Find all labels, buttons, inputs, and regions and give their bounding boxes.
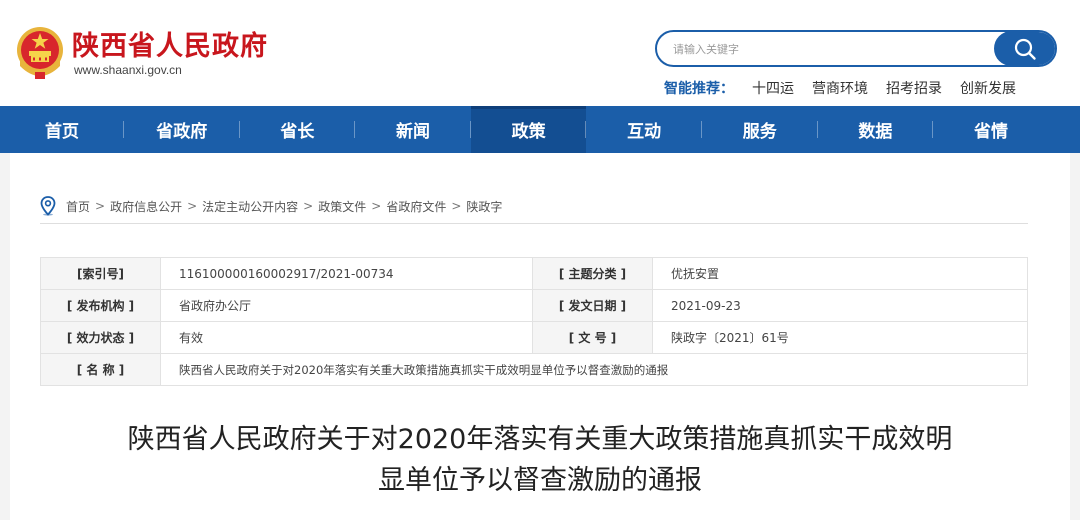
- nav-item-services[interactable]: 服务: [702, 106, 818, 153]
- recommended-link[interactable]: 招考招录: [886, 78, 942, 98]
- breadcrumb-link[interactable]: 法定主动公开内容: [202, 198, 298, 215]
- document-number-label: [ 文 号 ]: [532, 321, 653, 354]
- nav-item-home[interactable]: 首页: [0, 106, 124, 153]
- table-row: [ 发布机构 ] 省政府办公厅 [ 发文日期 ] 2021-09-23: [40, 289, 1028, 322]
- document-name-value: 陕西省人民政府关于对2020年落实有关重大政策措施真抓实干成效明显单位予以督查激…: [160, 353, 1028, 386]
- recommended-link[interactable]: 创新发展: [960, 78, 1016, 98]
- breadcrumb-link[interactable]: 省政府文件: [386, 198, 446, 215]
- status-label: [ 效力状态 ]: [40, 321, 161, 354]
- nav-item-data[interactable]: 数据: [818, 106, 934, 153]
- document-number-value: 陕政字〔2021〕61号: [652, 321, 1028, 354]
- table-row: [ 名 称 ] 陕西省人民政府关于对2020年落实有关重大政策措施真抓实干成效明…: [40, 353, 1028, 386]
- content-card: 首页 > 政府信息公开 > 法定主动公开内容 > 政策文件 > 省政府文件 > …: [10, 153, 1070, 520]
- table-row: [ 效力状态 ] 有效 [ 文 号 ] 陕政字〔2021〕61号: [40, 321, 1028, 354]
- site-title[interactable]: 陕西省人民政府: [72, 24, 268, 63]
- nav-item-policy[interactable]: 政策: [470, 106, 587, 153]
- document-info-table: [索引号] 116100000160002917/2021-00734 [ 主题…: [40, 257, 1028, 386]
- recommended-link[interactable]: 十四运: [752, 78, 794, 98]
- status-value: 有效: [160, 321, 533, 354]
- issue-date-label: [ 发文日期 ]: [532, 289, 653, 322]
- breadcrumb-separator: >: [95, 199, 106, 213]
- document-title-line: 显单位予以督查激励的通报: [378, 465, 702, 496]
- search-box: [655, 30, 1057, 67]
- location-pin-icon: [40, 196, 56, 216]
- breadcrumb-current[interactable]: 陕政字: [466, 198, 502, 215]
- breadcrumb: 首页 > 政府信息公开 > 法定主动公开内容 > 政策文件 > 省政府文件 > …: [40, 196, 502, 216]
- table-row: [索引号] 116100000160002917/2021-00734 [ 主题…: [40, 257, 1028, 290]
- topic-value: 优抚安置: [652, 257, 1028, 290]
- document-title: 陕西省人民政府关于对2020年落实有关重大政策措施真抓实干成效明 显单位予以督查…: [70, 419, 1010, 501]
- search-input[interactable]: [671, 32, 995, 65]
- index-number-label: [索引号]: [40, 257, 161, 290]
- topic-label: [ 主题分类 ]: [532, 257, 653, 290]
- issue-date-value: 2021-09-23: [652, 289, 1028, 322]
- breadcrumb-separator: >: [371, 199, 382, 213]
- issuer-label: [ 发布机构 ]: [40, 289, 161, 322]
- breadcrumb-separator: >: [187, 199, 198, 213]
- breadcrumb-link[interactable]: 政策文件: [318, 198, 366, 215]
- search-icon: [1014, 38, 1036, 60]
- site-header: 陕西省人民政府 www.shaanxi.gov.cn 智能推荐： 十四运 营商环…: [0, 0, 1080, 106]
- breadcrumb-link[interactable]: 政府信息公开: [110, 198, 182, 215]
- site-domain: www.shaanxi.gov.cn: [74, 63, 182, 77]
- recommended-links: 智能推荐： 十四运 营商环境 招考招录 创新发展: [664, 78, 1034, 98]
- nav-item-government[interactable]: 省政府: [124, 106, 240, 153]
- recommended-link[interactable]: 营商环境: [812, 78, 868, 98]
- nav-item-news[interactable]: 新闻: [355, 106, 471, 153]
- main-nav: 首页 省政府 省长 新闻 政策 互动 服务 数据 省情: [0, 106, 1080, 153]
- breadcrumb-separator: >: [303, 199, 314, 213]
- document-title-line: 陕西省人民政府关于对2020年落实有关重大政策措施真抓实干成效明: [127, 424, 953, 455]
- national-emblem-icon[interactable]: [14, 26, 66, 80]
- document-name-label: [ 名 称 ]: [40, 353, 161, 386]
- issuer-value: 省政府办公厅: [160, 289, 533, 322]
- breadcrumb-link[interactable]: 首页: [66, 198, 90, 215]
- breadcrumb-divider: [40, 223, 1028, 224]
- nav-item-province-info[interactable]: 省情: [933, 106, 1049, 153]
- nav-item-governor[interactable]: 省长: [240, 106, 356, 153]
- recommended-label: 智能推荐：: [664, 81, 734, 97]
- index-number-value: 116100000160002917/2021-00734: [160, 257, 533, 290]
- nav-item-interaction[interactable]: 互动: [586, 106, 702, 153]
- search-button[interactable]: [994, 32, 1055, 65]
- breadcrumb-separator: >: [451, 199, 462, 213]
